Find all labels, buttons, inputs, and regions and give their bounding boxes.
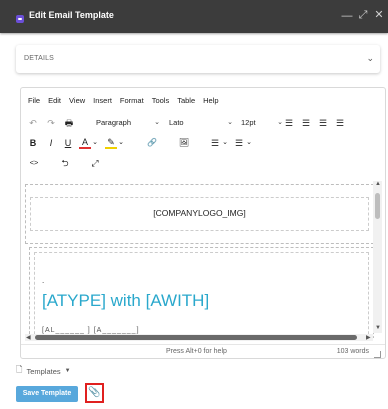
fullscreen-icon[interactable]: ⤢ xyxy=(89,157,101,169)
app-logo-icon xyxy=(16,15,24,23)
underline-button[interactable]: U xyxy=(62,137,74,149)
chevron-down-icon[interactable]: ⌄ xyxy=(245,137,253,149)
details-label: DETAILS xyxy=(24,55,55,62)
font-size-value: 12pt xyxy=(241,118,256,127)
align-right-icon[interactable]: ☰ xyxy=(317,117,329,129)
word-count[interactable]: 103 words xyxy=(337,348,369,355)
chevron-down-icon[interactable]: ⌄ xyxy=(117,137,125,149)
numbered-list-icon[interactable]: ☰ xyxy=(233,137,245,149)
menu-view[interactable]: View xyxy=(69,96,85,108)
help-hint: Press Alt+0 for help xyxy=(166,348,227,355)
font-family-select[interactable]: Lato ⌄ xyxy=(169,117,233,129)
editor-statusbar: Press Alt+0 for help 103 words xyxy=(21,344,385,359)
maximize-button[interactable]: ⤢ xyxy=(357,8,369,22)
window-titlebar: Edit Email Template — ⤢ ✕ xyxy=(0,0,388,33)
bullet-list-icon[interactable]: ☰ xyxy=(209,137,221,149)
editor-menubar: File Edit View Insert Format Tools Table… xyxy=(28,96,227,108)
chevron-down-icon[interactable]: ⌄ xyxy=(91,137,99,149)
font-size-select[interactable]: 12pt ⌄ xyxy=(241,117,283,129)
caret-down-icon: ▼ xyxy=(64,368,71,374)
template-heading: [ATYPE] with [AWITH] xyxy=(42,291,210,310)
image-icon[interactable]: 🖼 xyxy=(177,137,191,149)
menu-help[interactable]: Help xyxy=(203,96,218,108)
close-button[interactable]: ✕ xyxy=(373,8,385,22)
chevron-down-icon: ⌄ xyxy=(154,119,160,126)
bold-button[interactable]: B xyxy=(27,137,39,149)
redo-icon[interactable]: ↷ xyxy=(45,117,57,129)
horizontal-scroll-thumb[interactable] xyxy=(35,335,357,340)
vertical-scroll-thumb[interactable] xyxy=(375,193,380,219)
attachment-button[interactable]: 📎 xyxy=(85,383,104,403)
details-accordion[interactable]: DETAILS ⌄ xyxy=(16,45,380,73)
rich-text-editor: File Edit View Insert Format Tools Table… xyxy=(20,87,386,359)
templates-dropdown[interactable]: 🗋 Templates ▼ xyxy=(16,364,71,378)
scroll-up-icon[interactable]: ▲ xyxy=(375,181,381,187)
horizontal-scrollbar[interactable]: ◀ ▶ xyxy=(25,334,373,341)
editor-content[interactable]: [COMPANYLOGO_IMG] . [ATYPE] with [AWITH]… xyxy=(25,184,380,338)
align-center-icon[interactable]: ☰ xyxy=(300,117,312,129)
resize-handle-icon[interactable] xyxy=(374,351,381,358)
justify-icon[interactable]: ☰ xyxy=(334,117,346,129)
font-family-value: Lato xyxy=(169,118,184,127)
link-icon[interactable]: 🔗 xyxy=(145,137,159,149)
document-icon: 🗋 xyxy=(16,365,23,374)
scroll-left-icon[interactable]: ◀ xyxy=(26,334,31,341)
align-left-icon[interactable]: ☰ xyxy=(283,117,295,129)
bullet-text: . xyxy=(42,276,45,285)
partial-text-line: [AL______ ] [A_______] xyxy=(42,327,140,334)
source-code-icon[interactable]: <> xyxy=(27,157,41,169)
logo-table: [COMPANYLOGO_IMG] xyxy=(25,184,374,244)
templates-label: Templates xyxy=(26,366,61,376)
block-format-value: Paragraph xyxy=(96,118,132,127)
highlight-icon[interactable]: ✎ xyxy=(105,137,117,149)
italic-button[interactable]: I xyxy=(45,137,57,149)
block-format-select[interactable]: Paragraph ⌄ xyxy=(96,117,160,129)
paperclip-icon: 📎 xyxy=(88,387,101,398)
menu-file[interactable]: File xyxy=(28,96,40,108)
print-icon[interactable]: 🖶 xyxy=(63,117,75,129)
minimize-button[interactable]: — xyxy=(341,9,353,23)
menu-insert[interactable]: Insert xyxy=(93,96,112,108)
scroll-right-icon[interactable]: ▶ xyxy=(366,334,371,341)
chevron-down-icon: ⌄ xyxy=(227,119,233,126)
menu-edit[interactable]: Edit xyxy=(48,96,61,108)
vertical-scrollbar[interactable]: ▲ ▼ xyxy=(373,181,382,333)
window-title: Edit Email Template xyxy=(29,10,114,20)
chevron-down-icon[interactable]: ⌄ xyxy=(221,137,229,149)
text-color-button[interactable]: A xyxy=(79,137,91,149)
menu-table[interactable]: Table xyxy=(177,96,195,108)
direction-icon[interactable]: ⮌ xyxy=(59,157,71,169)
undo-icon[interactable]: ↶ xyxy=(27,117,39,129)
scroll-down-icon[interactable]: ▼ xyxy=(375,325,381,331)
chevron-down-icon[interactable]: ⌄ xyxy=(366,53,374,64)
logo-placeholder: [COMPANYLOGO_IMG] xyxy=(153,208,246,218)
menu-tools[interactable]: Tools xyxy=(152,96,170,108)
save-template-button[interactable]: Save Template xyxy=(16,386,78,402)
menu-format[interactable]: Format xyxy=(120,96,144,108)
